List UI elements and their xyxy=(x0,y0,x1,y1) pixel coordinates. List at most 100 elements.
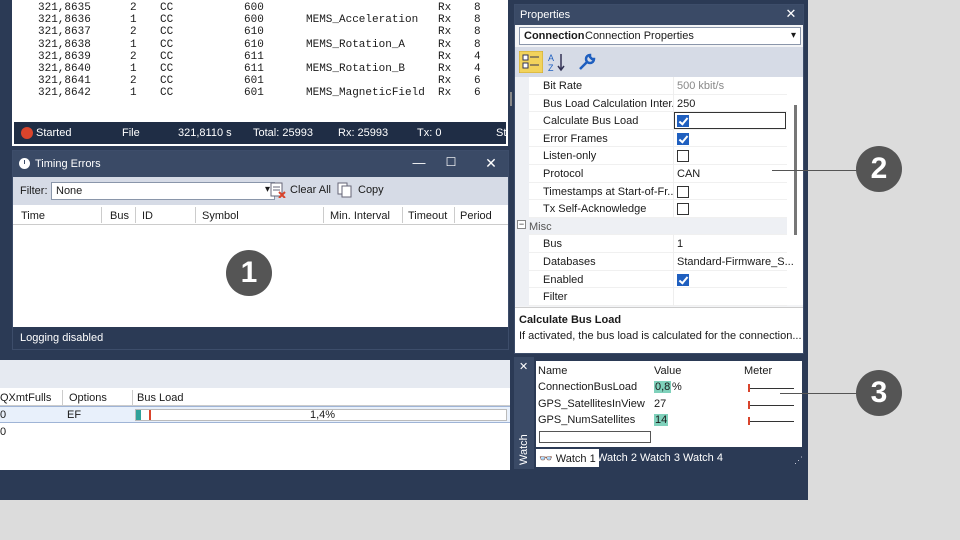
watch-window: ✕ Watch Name Value Meter ConnectionBusLo… xyxy=(514,357,804,469)
property-value[interactable]: 1 xyxy=(677,238,683,250)
minimize-icon[interactable]: — xyxy=(409,155,429,170)
property-row[interactable]: Error Frames xyxy=(515,129,787,148)
property-key: Tx Self-Acknowledge xyxy=(543,203,647,216)
clear-all-button[interactable]: Clear All xyxy=(290,184,331,196)
property-row[interactable]: Listen-only xyxy=(515,147,787,166)
property-row[interactable]: Calculate Bus Load xyxy=(515,112,787,131)
column-separator xyxy=(673,288,674,307)
row-gutter xyxy=(515,147,529,166)
property-grid: Bit Rate 500 kbit/s Bus Load Calculation I… xyxy=(515,77,803,307)
property-row[interactable]: Bus 1 xyxy=(515,235,787,254)
property-key: Databases xyxy=(543,256,596,268)
property-row[interactable]: Filter xyxy=(515,288,787,307)
col-bus[interactable]: Bus xyxy=(110,210,129,222)
trace-row[interactable]: 321,8638 1 CC 610 MEMS_Rotation_A Rx 8 xyxy=(38,39,508,51)
trace-row[interactable]: 321,8640 1 CC 611 MEMS_Rotation_B Rx 4 xyxy=(38,63,508,75)
col-time[interactable]: Time xyxy=(21,210,45,222)
chevron-down-icon: ▾ xyxy=(790,30,796,41)
trace-scrollbar[interactable] xyxy=(510,92,512,106)
status-total: Total: 25993 xyxy=(253,127,313,139)
watch-tabs: 👓 Watch 1 Watch 2 Watch 3 Watch 4 xyxy=(536,449,802,467)
wrench-icon[interactable] xyxy=(577,52,597,72)
property-row[interactable]: Enabled xyxy=(515,270,787,289)
property-value[interactable]: Standard-Firmware_S... xyxy=(677,256,794,268)
property-row[interactable]: Bit Rate 500 kbit/s xyxy=(515,77,787,95)
col-id[interactable]: ID xyxy=(142,210,153,222)
row-gutter xyxy=(515,270,529,289)
trace-cell-dir: Rx xyxy=(438,62,452,75)
property-row[interactable]: Protocol CAN xyxy=(515,165,787,183)
col-timeout[interactable]: Timeout xyxy=(408,210,447,222)
column-separator xyxy=(673,77,674,95)
close-icon[interactable]: ✕ xyxy=(481,155,501,172)
tab-watch-2[interactable]: Watch 2 xyxy=(594,449,640,467)
trace-row[interactable]: 321,8642 1 CC 601 MEMS_MagneticField Rx 6 xyxy=(38,87,508,99)
trace-row[interactable]: 321,8641 2 CC 601 Rx 6 xyxy=(38,75,508,87)
property-value[interactable]: 250 xyxy=(677,98,695,110)
col-name[interactable]: Name xyxy=(538,365,567,377)
trace-row[interactable]: 321,8637 2 CC 610 Rx 8 xyxy=(38,26,508,38)
watch-name[interactable]: GPS_NumSatellites xyxy=(538,414,635,426)
trace-cell-time: 321,8638 xyxy=(38,38,91,51)
row-gutter xyxy=(515,288,529,307)
cell-options: EF xyxy=(67,409,82,421)
new-watch-input[interactable] xyxy=(539,431,651,443)
col-options[interactable]: Options xyxy=(69,392,107,404)
property-value[interactable]: CAN xyxy=(677,168,700,180)
property-checkbox[interactable] xyxy=(677,150,689,163)
col-meter[interactable]: Meter xyxy=(744,365,772,377)
column-separator xyxy=(673,253,674,271)
property-row[interactable]: Tx Self-Acknowledge xyxy=(515,200,787,219)
property-category[interactable]: − Misc xyxy=(515,217,787,236)
properties-titlebar[interactable]: Properties ✕ xyxy=(515,5,803,25)
resize-grip-icon[interactable]: ⋰ xyxy=(794,455,803,466)
col-bus-load[interactable]: Bus Load xyxy=(137,392,183,404)
copy-button[interactable]: Copy xyxy=(358,184,384,196)
trace-row[interactable]: 321,8636 1 CC 600 MEMS_Acceleration Rx 8 xyxy=(38,14,508,26)
trace-cell-id: CC xyxy=(160,50,174,63)
col-value[interactable]: Value xyxy=(654,365,681,377)
categorized-icon[interactable] xyxy=(519,51,543,73)
property-checkbox[interactable] xyxy=(677,273,689,286)
trace-cell-time: 321,8636 xyxy=(38,14,91,27)
object-select[interactable]: Connection Connection Properties ▾ xyxy=(519,27,801,45)
tab-watch-4[interactable]: Watch 4 xyxy=(680,449,726,467)
table-row[interactable]: 0 EF 1,4% xyxy=(0,406,510,423)
property-row[interactable]: Timestamps at Start-of-Fr... xyxy=(515,182,787,201)
property-row[interactable]: Databases Standard-Firmware_S... xyxy=(515,253,794,271)
maximize-icon[interactable]: ☐ xyxy=(441,155,461,169)
col-period[interactable]: Period xyxy=(460,210,492,222)
trace-cell-len: 8 xyxy=(474,14,481,27)
property-row[interactable]: Bus Load Calculation Inter... 250 xyxy=(515,94,787,113)
trace-row[interactable]: 321,8639 2 CC 611 Rx 4 xyxy=(38,51,508,63)
property-checkbox[interactable] xyxy=(677,203,689,216)
trace-cell-dir: Rx xyxy=(438,26,452,39)
table-row[interactable]: 0 xyxy=(0,424,510,440)
sort-alphabetical-icon[interactable]: A Z xyxy=(547,52,567,72)
property-checkbox[interactable] xyxy=(677,185,689,198)
collapse-icon[interactable]: − xyxy=(517,219,526,229)
timing-errors-titlebar[interactable]: Timing Errors — ☐ ✕ xyxy=(13,151,508,177)
watch-value: 14 xyxy=(654,414,669,426)
col-qxmtfulls[interactable]: QXmtFulls xyxy=(0,392,51,404)
col-symbol[interactable]: Symbol xyxy=(202,210,239,222)
timing-errors-toolbar: Filter: None ▾ Clear All Copy xyxy=(13,177,508,205)
watch-value: 0,8 xyxy=(654,381,672,393)
object-name: Connection xyxy=(524,30,585,42)
property-checkbox[interactable] xyxy=(677,132,689,145)
watch-side-label: Watch xyxy=(518,434,530,465)
tab-watch-3[interactable]: Watch 3 xyxy=(637,449,683,467)
col-min-interval[interactable]: Min. Interval xyxy=(330,210,390,222)
trace-cell-name: MEMS_MagneticField xyxy=(306,87,425,100)
description-text: If activated, the bus load is calculated… xyxy=(519,330,802,342)
trace-row[interactable]: 321,8635 2 CC 600 Rx 8 xyxy=(38,2,508,14)
close-icon[interactable]: ✕ xyxy=(781,6,801,22)
watch-name[interactable]: GPS_SatellitesInView xyxy=(538,398,645,410)
close-icon[interactable]: ✕ xyxy=(519,360,528,373)
watch-name[interactable]: ConnectionBusLoad xyxy=(538,381,637,393)
filter-select[interactable]: None ▾ xyxy=(51,182,275,200)
property-value[interactable]: 500 kbit/s xyxy=(677,80,724,92)
tab-watch-1[interactable]: 👓 Watch 1 xyxy=(536,449,599,467)
trace-cell-len: 4 xyxy=(474,62,481,75)
column-separator xyxy=(673,165,674,183)
